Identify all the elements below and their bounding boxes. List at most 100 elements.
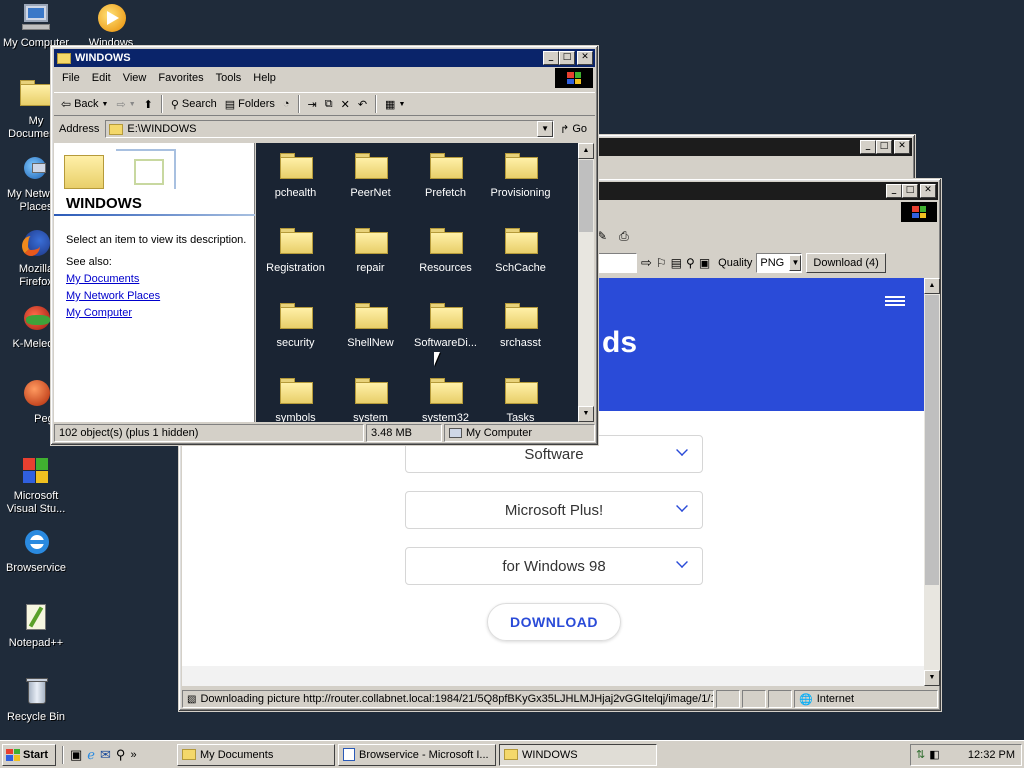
file-item[interactable]: SoftwareDi...	[408, 297, 483, 354]
file-item-label: PeerNet	[350, 187, 391, 199]
quality-select[interactable]: PNG ▼	[756, 253, 803, 273]
up-folder-button[interactable]: ⬆	[141, 94, 156, 114]
outlook-icon[interactable]: ✉	[100, 747, 111, 763]
clock[interactable]: 12:32 PM	[968, 749, 1015, 761]
move-to-button[interactable]: ⇥	[305, 94, 320, 114]
search-button[interactable]: ⚲ Search	[168, 94, 220, 114]
chevron-down-icon[interactable]: ▼	[789, 255, 802, 271]
maximize-button[interactable]: □	[902, 184, 918, 198]
desktop-icon-notepad-plus-plus[interactable]: Notepad++	[1, 602, 71, 650]
desktop-icon-label: Notepad++	[8, 637, 64, 649]
browser-scrollbar[interactable]: ▲ ▼	[924, 278, 940, 686]
file-list-scrollbar[interactable]: ▲ ▼	[578, 143, 594, 422]
desktop-icon-visual-studio[interactable]: Microsoft Visual Stu...	[1, 455, 71, 516]
more-chevron-icon[interactable]: »	[130, 749, 136, 761]
scroll-up-button[interactable]: ▲	[924, 278, 940, 294]
scroll-down-button[interactable]: ▼	[924, 670, 940, 686]
task-windows-explorer[interactable]: WINDOWS	[499, 743, 657, 766]
task-my-documents[interactable]: My Documents	[177, 743, 335, 766]
clipboard-icon[interactable]: ▣	[699, 256, 710, 270]
network-tray-icon[interactable]: ⇅	[916, 748, 925, 761]
explorer-titlebar[interactable]: WINDOWS _ □ ✕	[54, 49, 595, 67]
menu-view[interactable]: View	[117, 72, 153, 84]
chevron-down-icon[interactable]: ▼	[537, 121, 554, 137]
address-input[interactable]: E:\WINDOWS ▼	[105, 120, 555, 138]
file-item[interactable]: SchCache	[483, 222, 558, 279]
scroll-down-button[interactable]: ▼	[578, 406, 594, 422]
arrow-right-icon[interactable]: ⇨	[641, 255, 652, 271]
link-my-computer[interactable]: My Computer	[66, 307, 251, 319]
menu-help[interactable]: Help	[247, 72, 282, 84]
link-my-documents[interactable]: My Documents	[66, 273, 251, 285]
scroll-thumb[interactable]	[579, 160, 593, 232]
maximize-button[interactable]: □	[876, 140, 892, 154]
delete-button[interactable]: ✕	[338, 94, 353, 114]
print-icon[interactable]: ⎙	[619, 229, 629, 244]
file-item[interactable]: ShellNew	[333, 297, 408, 354]
forward-button[interactable]: ⇨ ▼	[113, 94, 138, 114]
file-item[interactable]: symbols	[258, 372, 333, 422]
file-item[interactable]: Tasks	[483, 372, 558, 422]
file-item[interactable]: repair	[333, 222, 408, 279]
menu-file[interactable]: File	[56, 72, 86, 84]
menu-tools[interactable]: Tools	[210, 72, 248, 84]
download-button[interactable]: Download (4)	[806, 253, 886, 273]
folder-icon	[279, 228, 313, 254]
file-item[interactable]: Registration	[258, 222, 333, 279]
minimize-button[interactable]: _	[886, 184, 902, 198]
close-button[interactable]: ✕	[894, 140, 910, 154]
scheduled-tasks-folder-icon	[504, 378, 538, 404]
bookmark-list-icon[interactable]: ▤	[671, 256, 682, 270]
minimize-button[interactable]: _	[543, 51, 559, 65]
start-button[interactable]: Start	[2, 743, 56, 766]
dropdown-windows-version[interactable]: for Windows 98	[405, 547, 703, 585]
file-item-label: repair	[356, 262, 385, 274]
file-item[interactable]: Provisioning	[483, 147, 558, 204]
folders-button[interactable]: ▤ Folders	[222, 94, 278, 114]
undo-button[interactable]: ↶	[355, 94, 370, 114]
hamburger-menu-icon[interactable]	[885, 296, 905, 306]
scroll-up-button[interactable]: ▲	[578, 143, 594, 159]
explorer-toolbar: ⇦ Back ▼ ⇨ ▼ ⬆ ⚲ Search ▤ Folders ◔ ⇥ ⧉ …	[54, 92, 595, 116]
file-item[interactable]: pchealth	[258, 147, 333, 204]
history-button[interactable]: ◔	[280, 94, 293, 114]
dropdown-plus[interactable]: Microsoft Plus!	[405, 491, 703, 529]
copy-to-button[interactable]: ⧉	[322, 94, 336, 114]
download-cta-button[interactable]: DOWNLOAD	[487, 603, 621, 641]
go-button[interactable]: ↱ Go	[560, 123, 595, 136]
url-input[interactable]	[597, 253, 637, 273]
link-my-network-places[interactable]: My Network Places	[66, 290, 251, 302]
desktop-icon-browservice[interactable]: Browservice	[1, 527, 71, 575]
desktop-icon-recycle-bin[interactable]: Recycle Bin	[1, 676, 71, 724]
menu-edit[interactable]: Edit	[86, 72, 117, 84]
file-item[interactable]: Resources	[408, 222, 483, 279]
chevron-down-icon: ▼	[128, 100, 136, 108]
close-button[interactable]: ✕	[577, 51, 593, 65]
minimize-button[interactable]: _	[860, 140, 876, 154]
scroll-thumb[interactable]	[925, 295, 939, 585]
maximize-button[interactable]: □	[559, 51, 575, 65]
file-item[interactable]: Prefetch	[408, 147, 483, 204]
desktop-icon-my-computer[interactable]: My Computer	[1, 2, 71, 50]
find-icon[interactable]: ⚲	[686, 256, 695, 270]
file-item[interactable]: system	[333, 372, 408, 422]
file-item[interactable]: PeerNet	[333, 147, 408, 204]
show-desktop-icon[interactable]: ▣	[70, 747, 82, 763]
volume-tray-icon[interactable]: ◧	[929, 748, 939, 761]
file-item[interactable]: security	[258, 297, 333, 354]
file-item[interactable]: system32	[408, 372, 483, 422]
internet-explorer-icon[interactable]: ℯ	[87, 747, 95, 763]
bookmark-icon[interactable]: ⚐	[656, 256, 667, 270]
toolbar-separator	[160, 95, 163, 113]
views-button[interactable]: ▦ ▼	[382, 94, 408, 114]
close-button[interactable]: ✕	[920, 184, 936, 198]
menu-favorites[interactable]: Favorites	[152, 72, 209, 84]
desktop-icon-windows-media[interactable]: Windows	[76, 2, 146, 50]
task-browservice[interactable]: Browservice - Microsoft I...	[338, 743, 496, 766]
back-button[interactable]: ⇦ Back ▼	[58, 94, 111, 114]
chevron-down-icon[interactable]: ▼	[102, 101, 109, 108]
folder-icon	[354, 153, 388, 179]
search-icon[interactable]: ⚲	[116, 747, 126, 763]
explorer-window[interactable]: WINDOWS _ □ ✕ File Edit View Favorites T…	[50, 45, 599, 446]
file-item[interactable]: srchasst	[483, 297, 558, 354]
